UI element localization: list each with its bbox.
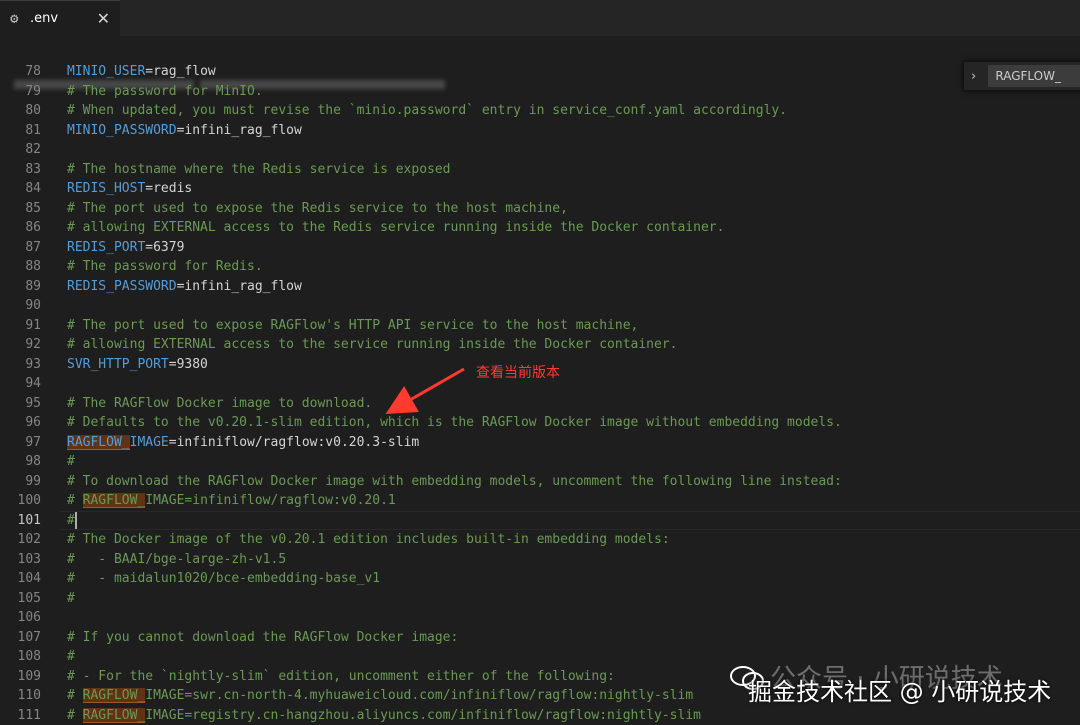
annotation-arrow bbox=[0, 0, 1080, 722]
watermark-line2: 掘金技术社区 @ 小研说技术 bbox=[748, 672, 1051, 707]
annotation-text: 查看当前版本 bbox=[476, 362, 560, 382]
